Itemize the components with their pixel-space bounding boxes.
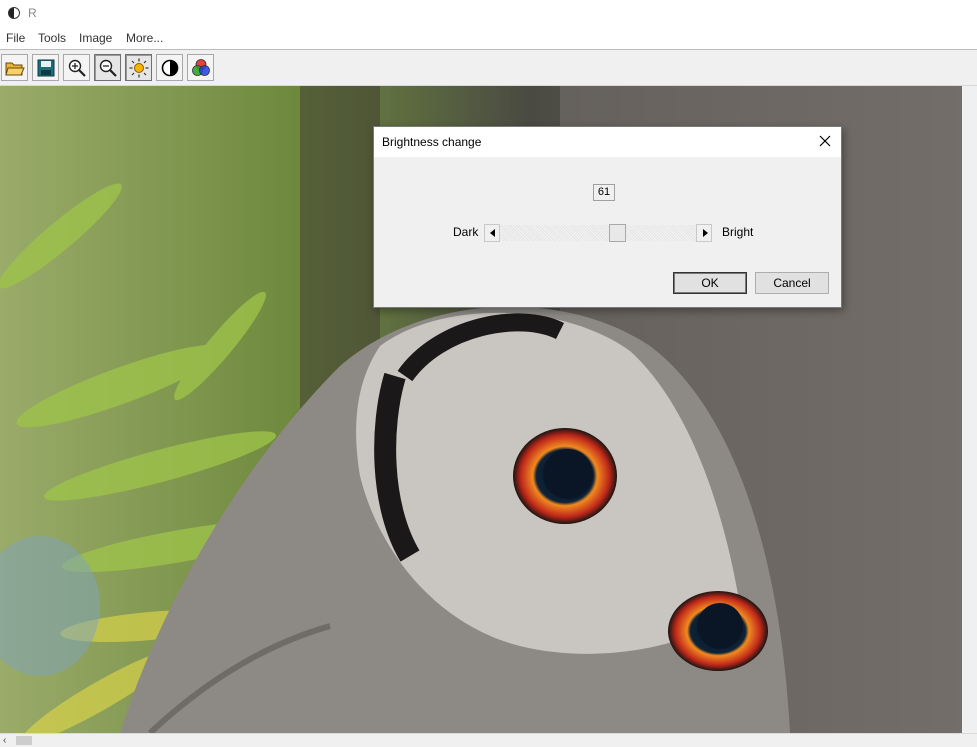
zoom-out-icon bbox=[99, 59, 117, 77]
dialog-title: Brightness change bbox=[382, 135, 482, 149]
scroll-left-arrow-icon[interactable]: ‹ bbox=[3, 735, 6, 746]
slider-left-button[interactable] bbox=[484, 224, 500, 242]
brightness-slider[interactable] bbox=[484, 224, 712, 242]
save-icon bbox=[37, 59, 55, 77]
dark-label: Dark bbox=[453, 225, 479, 239]
toolbar bbox=[0, 49, 977, 86]
open-button[interactable] bbox=[1, 54, 28, 81]
zoom-in-icon bbox=[68, 59, 86, 77]
arrow-right-icon bbox=[703, 229, 708, 237]
menu-image[interactable]: Image bbox=[79, 31, 112, 45]
zoom-in-button[interactable] bbox=[63, 54, 90, 81]
contrast-button[interactable] bbox=[156, 54, 183, 81]
bright-label: Bright bbox=[722, 225, 754, 239]
horizontal-scrollbar[interactable]: ‹ bbox=[0, 733, 977, 747]
ok-button[interactable]: OK bbox=[673, 272, 747, 294]
title-bar: R bbox=[0, 0, 977, 28]
open-folder-icon bbox=[5, 62, 25, 76]
brightness-button[interactable] bbox=[125, 54, 152, 81]
color-icon bbox=[192, 59, 210, 76]
brightness-value: 61 bbox=[593, 184, 615, 201]
menu-tools[interactable]: Tools bbox=[38, 31, 66, 45]
slider-thumb[interactable] bbox=[609, 224, 627, 242]
close-icon[interactable] bbox=[817, 133, 833, 149]
vertical-scrollbar[interactable] bbox=[962, 86, 977, 733]
scroll-thumb[interactable] bbox=[16, 736, 32, 745]
dialog-title-bar: Brightness change bbox=[374, 127, 841, 157]
app-icon bbox=[8, 7, 20, 19]
brightness-icon bbox=[129, 58, 149, 78]
contrast-icon bbox=[161, 59, 179, 77]
slider-track[interactable] bbox=[500, 225, 696, 241]
zoom-out-button[interactable] bbox=[94, 54, 121, 81]
save-button[interactable] bbox=[32, 54, 59, 81]
menu-more[interactable]: More... bbox=[126, 31, 163, 45]
arrow-left-icon bbox=[490, 229, 495, 237]
window-title: R bbox=[28, 6, 37, 20]
cancel-button[interactable]: Cancel bbox=[755, 272, 829, 294]
menu-bar: File Tools Image More... bbox=[0, 29, 977, 49]
menu-file[interactable]: File bbox=[6, 31, 25, 45]
color-button[interactable] bbox=[187, 54, 214, 81]
slider-right-button[interactable] bbox=[696, 224, 712, 242]
brightness-dialog: Brightness change 61 Dark Bright OK Canc… bbox=[373, 126, 842, 308]
